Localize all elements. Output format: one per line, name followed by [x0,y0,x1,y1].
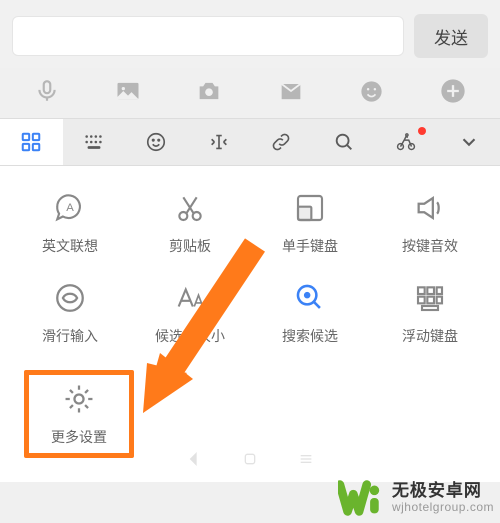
watermark: 无极安卓网 wjhotelgroup.com [338,475,494,521]
tab-keyboard[interactable] [63,119,126,165]
floating-keyboard-icon [412,280,448,316]
attachment-row [0,68,500,118]
keyboard-tab-row [0,118,500,166]
envelope-icon[interactable] [276,76,306,106]
gear-icon [61,381,97,417]
grid-item-onehand[interactable]: 单手键盘 [255,190,365,256]
grid-item-swipe[interactable]: 滑行输入 [15,280,125,346]
swipe-icon [52,280,88,316]
tab-apps[interactable] [0,119,63,165]
svg-text:A: A [66,202,74,214]
watermark-title: 无极安卓网 [392,481,494,501]
grid-item-floating[interactable]: 浮动键盘 [375,280,485,346]
notification-dot-icon [418,127,426,135]
grid-label: 候选字大小 [155,326,225,346]
speaker-icon [412,190,448,226]
tab-emoji[interactable] [125,119,188,165]
scissors-icon [172,190,208,226]
grid-item-fontsize[interactable]: 候选字大小 [135,280,245,346]
emoji-icon[interactable] [357,76,387,106]
tab-cursor[interactable] [188,119,251,165]
tab-cycling[interactable] [375,119,438,165]
grid-label: 单手键盘 [282,236,338,256]
android-nav-bar [0,441,500,477]
grid-label: 浮动键盘 [402,326,458,346]
english-assoc-icon: A [52,190,88,226]
grid-item-clipboard[interactable]: 剪贴板 [135,190,245,256]
grid-label: 按键音效 [402,236,458,256]
grid-item-search-candidate[interactable]: 搜索候选 [255,280,365,346]
settings-grid-panel: A 英文联想 剪贴板 单手键盘 按键音效 滑行输入 [0,166,500,482]
grid-label: 滑行输入 [42,326,98,346]
tab-link[interactable] [250,119,313,165]
nav-recent-icon[interactable] [298,451,314,467]
camera-icon[interactable] [194,76,224,106]
grid-label: 剪贴板 [169,236,211,256]
grid-label: 搜索候选 [282,326,338,346]
image-icon[interactable] [113,76,143,106]
grid-item-english-assoc[interactable]: A 英文联想 [15,190,125,256]
watermark-logo-icon [338,475,384,521]
fontsize-icon [172,280,208,316]
nav-back-icon[interactable] [186,451,202,467]
send-button[interactable]: 发送 [414,14,488,58]
plus-icon[interactable] [438,76,468,106]
watermark-url: wjhotelgroup.com [392,501,494,515]
nav-home-icon[interactable] [242,451,258,467]
tab-collapse[interactable] [438,119,500,165]
grid-label: 英文联想 [42,236,98,256]
voice-icon[interactable] [32,76,62,106]
search-candidate-icon [292,280,328,316]
tab-search[interactable] [313,119,376,165]
message-input[interactable] [12,16,404,56]
onehand-icon [292,190,328,226]
grid-item-sound[interactable]: 按键音效 [375,190,485,256]
